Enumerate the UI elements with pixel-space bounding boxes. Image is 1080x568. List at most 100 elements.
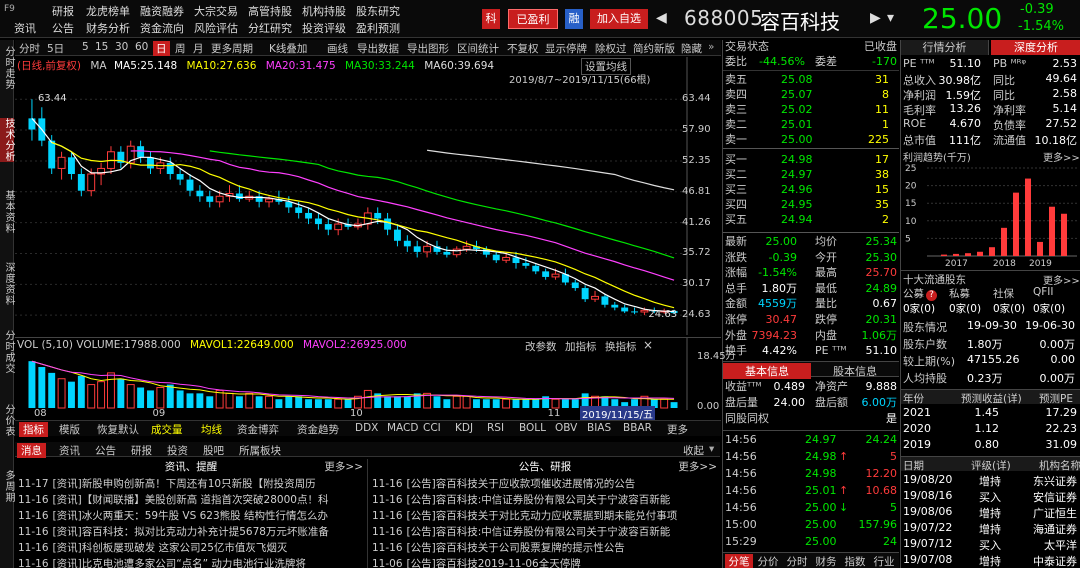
news-item[interactable]: 11-16 [资讯]容百科技：拟对比克动力补充计提5678万元坏账准备: [18, 524, 366, 539]
export-image-button[interactable]: 导出图形: [407, 41, 449, 56]
ask-price[interactable]: 25.07: [781, 88, 813, 102]
ind-tab-rsi[interactable]: RSI: [487, 422, 504, 434]
news-item[interactable]: 11-16 [资讯]【财闻联播】美股创新高 道指首次突破28000点！科: [18, 492, 366, 507]
menu-rongzi[interactable]: 融资融券: [140, 3, 194, 19]
volume-chart[interactable]: VOL (5,10) VOLUME:17988.000 MAVOL1:22649…: [15, 337, 721, 410]
ask-price[interactable]: 25.02: [781, 103, 813, 117]
news-tab-messages[interactable]: 消息: [17, 443, 46, 458]
rating-col-header[interactable]: 评级(详): [971, 458, 1011, 473]
announcement-item[interactable]: 11-16 [公告]容百科技:中信证券股份有限公司关于宁波容百新能: [372, 492, 718, 507]
announcement-item[interactable]: 11-16 [公告]容百科技关于公司股票复牌的提示性公告: [372, 540, 718, 555]
bid-price[interactable]: 24.98: [781, 153, 813, 167]
kline-chart[interactable]: (日线,前复权) MA MA5:25.148 MA10:27.636 MA20:…: [15, 57, 721, 335]
ask-price[interactable]: 25.08: [781, 73, 813, 87]
exright-button[interactable]: 除权过: [595, 41, 627, 56]
ind-tab-fund-game[interactable]: 资金博弈: [237, 422, 279, 437]
bottom-tab[interactable]: 分价: [754, 554, 782, 568]
announcement-item[interactable]: 11-16 [公告]容百科技关于对比克动力应收票据到期未能兑付事项: [372, 508, 718, 523]
ind-tab-cci[interactable]: CCI: [423, 422, 441, 434]
kline-overlay-button[interactable]: K线叠加: [269, 41, 307, 56]
period-week[interactable]: 周: [175, 41, 186, 56]
ind-tab-fund-trend[interactable]: 资金趋势: [297, 422, 339, 437]
prev-stock-icon[interactable]: ◀: [656, 10, 667, 26]
menu-gaoguan[interactable]: 高管持股: [248, 3, 302, 19]
period-60min[interactable]: 60: [135, 41, 148, 53]
announcement-item[interactable]: 11-06 [公告]容百科技2019-11-06全天停牌: [372, 556, 718, 568]
info-tab-basic[interactable]: 基本信息: [723, 363, 811, 379]
export-data-button[interactable]: 导出数据: [357, 41, 399, 56]
announcement-item[interactable]: 11-16 [公告]容百科技:中信证券股份有限公司关于宁波容百新能: [372, 524, 718, 539]
bid-price[interactable]: 24.95: [781, 198, 813, 212]
ind-tab-boll[interactable]: BOLL: [519, 422, 546, 434]
news-collapse-button[interactable]: 收起: [683, 443, 704, 458]
f9-label[interactable]: F9: [4, 4, 15, 14]
news-left-more[interactable]: 更多>>: [324, 459, 363, 474]
menu-dazong[interactable]: 大宗交易: [194, 3, 248, 19]
info-tab-shares[interactable]: 股本信息: [811, 363, 899, 379]
news-tab-announcements[interactable]: 公告: [95, 443, 116, 458]
news-tab-sectors[interactable]: 所属板块: [239, 443, 281, 458]
bid-price[interactable]: 24.94: [781, 213, 813, 227]
ind-tab-template[interactable]: 模版: [59, 422, 80, 437]
announcement-item[interactable]: 11-16 [公告]容百科技关于应收款项催收进展情况的公告: [372, 476, 718, 491]
news-item[interactable]: 11-16 [资讯]科创板屡现破发 这家公司25亿市值灰飞烟灭: [18, 540, 366, 555]
tab-deep-analysis[interactable]: 深度分析: [991, 40, 1080, 55]
bottom-tab[interactable]: 财务: [812, 554, 840, 568]
period-intraday[interactable]: 分时: [19, 41, 40, 56]
simple-mode-button[interactable]: 简约新版: [633, 41, 675, 56]
more-periods-button[interactable]: 更多周期: [211, 41, 253, 56]
news-item[interactable]: 11-17 [资讯]新股申购创新高！下周还有10只新股【附投资周历: [18, 476, 366, 491]
tab-multi-period[interactable]: 多周期: [0, 470, 14, 503]
ind-tab-indicators[interactable]: 指标: [19, 422, 48, 437]
news-tab-info[interactable]: 资讯: [59, 443, 80, 458]
bottom-tab[interactable]: 分时: [783, 554, 811, 568]
news-item[interactable]: 11-16 [资讯]冰火两重天：59牛股 VS 623熊股 结构性行情怎么办: [18, 508, 366, 523]
menu-jigou[interactable]: 机构持股: [302, 3, 356, 19]
news-tab-invest[interactable]: 投资: [167, 443, 188, 458]
tab-tick-trades[interactable]: 分时成交: [0, 330, 14, 374]
menu-pingji[interactable]: 投资评级: [302, 20, 356, 36]
add-watchlist-button[interactable]: 加入自选: [590, 9, 648, 29]
ind-tab-ddx[interactable]: DDX: [355, 422, 378, 434]
period-month[interactable]: 月: [193, 41, 204, 56]
menu-fenhong[interactable]: 分红研究: [248, 20, 302, 36]
tab-basic-info[interactable]: 基本资料: [0, 190, 14, 234]
period-30min[interactable]: 30: [115, 41, 128, 53]
ind-tab-kdj[interactable]: KDJ: [455, 422, 473, 434]
menu-longhubang[interactable]: 龙虎榜单: [86, 3, 140, 19]
news-tab-guba[interactable]: 股吧: [203, 443, 224, 458]
tab-price-table[interactable]: 分价表: [0, 404, 14, 437]
more-arrows-icon[interactable]: »: [708, 41, 714, 53]
ind-tab-ma[interactable]: 均线: [201, 422, 222, 437]
menu-yingli[interactable]: 盈利预测: [356, 20, 410, 36]
menu-yanbao[interactable]: 研报: [52, 3, 86, 19]
menu-gudong[interactable]: 股东研究: [356, 3, 410, 19]
menu-zixun[interactable]: 资讯: [14, 20, 52, 36]
no-adjust-button[interactable]: 不复权: [507, 41, 539, 56]
next-stock-icon[interactable]: ▶: [870, 10, 881, 26]
period-5min[interactable]: 5: [82, 41, 89, 53]
ind-tab-volume[interactable]: 成交量: [151, 422, 183, 437]
bid-price[interactable]: 24.96: [781, 183, 813, 197]
tab-technical[interactable]: 技术分析: [0, 118, 14, 162]
menu-gonggao[interactable]: 公告: [52, 20, 86, 36]
ask-price[interactable]: 25.01: [781, 118, 813, 132]
forecast-col-header[interactable]: 预测收益(详): [961, 391, 1022, 406]
menu-caiwu[interactable]: 财务分析: [86, 20, 140, 36]
hide-button[interactable]: 隐藏: [681, 41, 702, 56]
period-5day[interactable]: 5日: [47, 41, 64, 56]
draw-line-button[interactable]: 画线: [327, 41, 348, 56]
bid-price[interactable]: 24.97: [781, 168, 813, 182]
news-tab-research[interactable]: 研报: [131, 443, 152, 458]
news-collapse-icon[interactable]: ▾: [709, 443, 714, 455]
menu-zijin[interactable]: 资金流向: [140, 20, 194, 36]
bottom-tab[interactable]: 分笔: [725, 554, 753, 568]
period-15min[interactable]: 15: [95, 41, 108, 53]
ind-tab-obv[interactable]: OBV: [555, 422, 577, 434]
ind-tab-reset[interactable]: 恢复默认: [97, 422, 139, 437]
news-right-more[interactable]: 更多>>: [678, 459, 717, 474]
menu-fengxian[interactable]: 风险评估: [194, 20, 248, 36]
ind-tab-more[interactable]: 更多: [667, 422, 688, 437]
bottom-tab[interactable]: 行业: [870, 554, 898, 568]
period-day[interactable]: 日: [153, 41, 170, 56]
